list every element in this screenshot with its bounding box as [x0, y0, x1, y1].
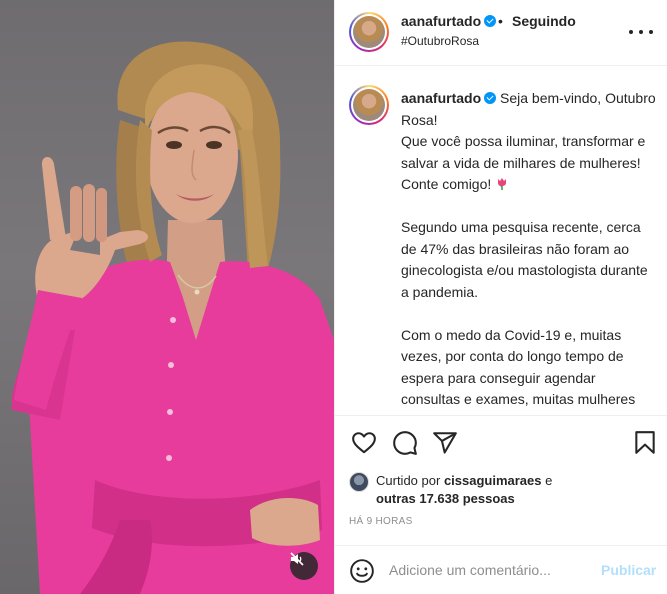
liker-avatar[interactable] [349, 472, 369, 492]
caption-line-2: Que você possa iluminar, transformar e s… [401, 133, 650, 171]
caption-username[interactable]: aanafurtado [401, 90, 481, 106]
publish-button[interactable]: Publicar [601, 562, 656, 578]
likes-prefix: Curtido por [376, 473, 441, 488]
username-link[interactable]: aanafurtado [401, 13, 497, 29]
more-options-icon [629, 30, 633, 34]
caption-paragraph-2: Segundo uma pesquisa recente, cerca de 4… [401, 219, 652, 300]
comments-section[interactable]: aanafurtado Seja bem-vindo, Outubro Rosa… [335, 67, 667, 415]
caption-line-3: Conte comigo! [401, 176, 492, 192]
post-timestamp[interactable]: HÁ 9 HORAS [349, 516, 413, 527]
follow-separator: • [498, 13, 503, 29]
action-bar [335, 415, 667, 472]
bookmark-icon[interactable] [632, 430, 658, 456]
video-frame-illustration [11, 41, 334, 594]
following-button[interactable]: Seguindo [512, 13, 576, 29]
avatar[interactable] [349, 12, 389, 52]
post-video[interactable] [0, 0, 334, 594]
verified-badge-icon [484, 15, 497, 27]
avatar[interactable] [349, 85, 389, 125]
likes-connector: e [545, 473, 553, 488]
likes-others[interactable]: outras 17.638 pessoas [376, 491, 515, 506]
username-text: aanafurtado [401, 13, 482, 29]
verified-badge-icon [484, 92, 497, 104]
tulip-icon [498, 178, 507, 190]
smiley-icon[interactable] [349, 558, 375, 584]
paper-plane-icon[interactable] [432, 430, 458, 456]
heart-icon[interactable] [351, 430, 377, 456]
speaker-muted-icon [290, 552, 304, 566]
post-header: aanafurtado • Seguindo #OutubroRosa [335, 0, 667, 66]
comment-icon[interactable] [392, 430, 418, 456]
likes-text: Curtido por cissaguimaraes e outras 17.6… [376, 472, 636, 508]
caption-paragraph-3: Com o medo da Covid-19 e, muitas vezes, … [401, 326, 640, 416]
comment-input[interactable] [389, 557, 599, 583]
add-comment-bar: Publicar [335, 545, 667, 594]
location-link[interactable]: #OutubroRosa [401, 34, 479, 48]
post-caption: aanafurtado Seja bem-vindo, Outubro Rosa… [401, 88, 657, 415]
more-options-button[interactable] [629, 22, 653, 42]
instagram-post: aanafurtado • Seguindo #OutubroRosa aana… [0, 0, 667, 594]
liker-username[interactable]: cissaguimaraes [444, 473, 542, 488]
mute-button[interactable] [290, 552, 318, 580]
post-side-panel: aanafurtado • Seguindo #OutubroRosa aana… [334, 0, 667, 594]
